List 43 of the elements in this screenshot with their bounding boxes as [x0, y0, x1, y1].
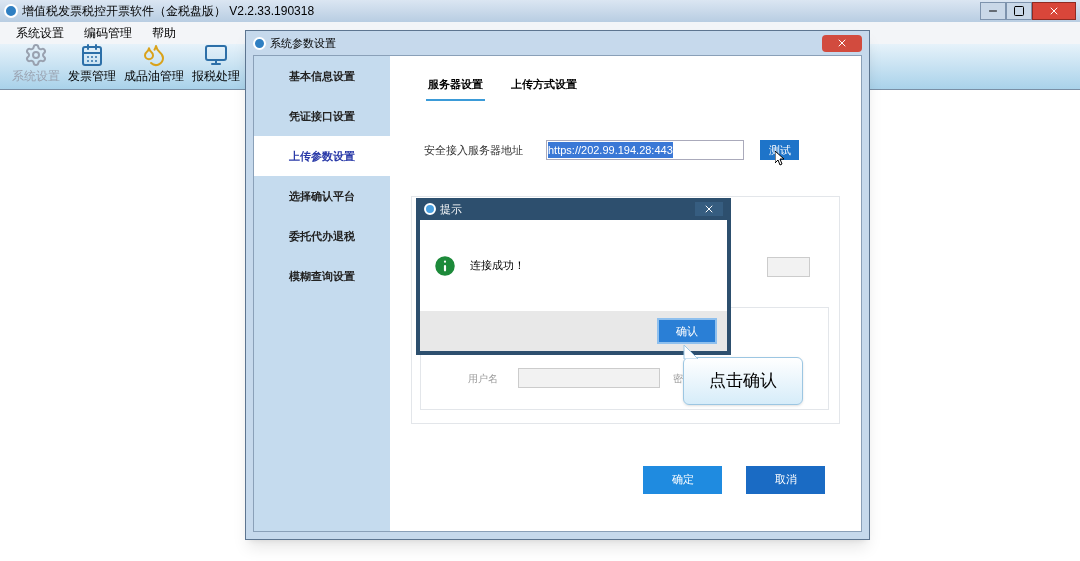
username-field[interactable]: [518, 368, 660, 388]
close-button[interactable]: [695, 202, 723, 216]
server-address-field[interactable]: https://202.99.194.28:443: [546, 140, 744, 160]
dialog-title: 系统参数设置: [270, 35, 336, 51]
ok-button[interactable]: 确认: [657, 318, 717, 344]
confirm-button[interactable]: 确定: [643, 465, 722, 494]
nav-item[interactable]: 选择确认平台: [254, 176, 390, 216]
gear-icon: [24, 43, 48, 67]
callout-pointer-icon: [683, 345, 699, 359]
maximize-button[interactable]: [1006, 2, 1032, 20]
nav-item[interactable]: 委托代办退税: [254, 216, 390, 256]
password-label: 密: [673, 371, 683, 386]
close-button[interactable]: [822, 34, 862, 52]
menu-item[interactable]: 帮助: [152, 24, 176, 42]
nav-item[interactable]: 模糊查询设置: [254, 256, 390, 296]
window-title: 增值税发票税控开票软件（金税盘版） V2.2.33.190318: [22, 3, 315, 20]
monitor-icon: [204, 43, 228, 67]
nav-item[interactable]: 上传参数设置: [254, 136, 390, 176]
tab[interactable]: 上传方式设置: [509, 76, 579, 101]
toolbar-button[interactable]: 发票管理: [68, 43, 116, 85]
app-logo-icon: [253, 36, 266, 50]
minimize-button[interactable]: [980, 2, 1006, 20]
app-logo-icon: [424, 203, 436, 215]
tab[interactable]: 服务器设置: [426, 76, 485, 101]
toolbar-button[interactable]: 成品油管理: [124, 43, 184, 85]
close-icon: [836, 37, 848, 49]
username-label: 用户名: [468, 371, 499, 386]
menu-item[interactable]: 编码管理: [84, 24, 132, 42]
nav-item[interactable]: 基本信息设置: [254, 56, 390, 96]
menu-item[interactable]: 系统设置: [16, 24, 64, 42]
port-field[interactable]: [767, 256, 810, 277]
message-text: 连接成功！: [470, 258, 525, 274]
close-icon: [703, 203, 715, 215]
cancel-button[interactable]: 取消: [746, 465, 825, 494]
toolbar-button[interactable]: 报税处理: [192, 43, 240, 85]
drops-icon: [142, 43, 166, 67]
nav-item[interactable]: 凭证接口设置: [254, 96, 390, 136]
calendar-icon: [80, 43, 104, 67]
dialog-title: 提示: [440, 201, 462, 217]
close-icon: [1048, 5, 1060, 17]
app-logo-icon: [4, 4, 18, 18]
maximize-icon: [1013, 5, 1025, 17]
field-label: 安全接入服务器地址: [424, 142, 524, 158]
